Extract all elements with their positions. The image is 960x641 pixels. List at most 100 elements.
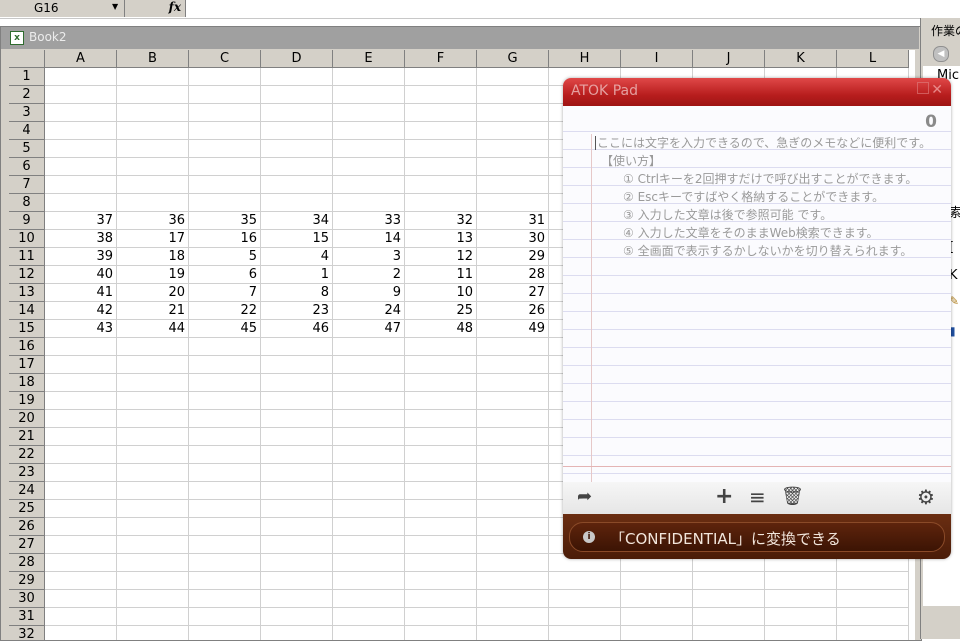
cell-f17[interactable]	[405, 356, 477, 374]
cell-f1[interactable]	[405, 68, 477, 86]
column-header-j[interactable]: J	[693, 50, 765, 68]
row-header-2[interactable]: 2	[9, 86, 45, 104]
row-header-11[interactable]: 11	[9, 248, 45, 266]
cell-d22[interactable]	[261, 446, 333, 464]
cell-c30[interactable]	[189, 590, 261, 608]
cell-a22[interactable]	[45, 446, 117, 464]
cell-f8[interactable]	[405, 194, 477, 212]
row-header-6[interactable]: 6	[9, 158, 45, 176]
cell-e18[interactable]	[333, 374, 405, 392]
cell-i31[interactable]	[621, 608, 693, 626]
cell-c17[interactable]	[189, 356, 261, 374]
cell-f27[interactable]	[405, 536, 477, 554]
cell-c11[interactable]: 5	[189, 248, 261, 266]
cell-g20[interactable]	[477, 410, 549, 428]
cell-d29[interactable]	[261, 572, 333, 590]
cell-j29[interactable]	[693, 572, 765, 590]
cell-c23[interactable]	[189, 464, 261, 482]
cell-g24[interactable]	[477, 482, 549, 500]
cell-g31[interactable]	[477, 608, 549, 626]
cell-d25[interactable]	[261, 500, 333, 518]
cell-g27[interactable]	[477, 536, 549, 554]
column-header-d[interactable]: D	[261, 50, 333, 68]
cell-c7[interactable]	[189, 176, 261, 194]
cell-a23[interactable]	[45, 464, 117, 482]
cell-f12[interactable]: 11	[405, 266, 477, 284]
cell-f23[interactable]	[405, 464, 477, 482]
cell-a2[interactable]	[45, 86, 117, 104]
cell-a8[interactable]	[45, 194, 117, 212]
cell-d4[interactable]	[261, 122, 333, 140]
cell-e10[interactable]: 14	[333, 230, 405, 248]
cell-e17[interactable]	[333, 356, 405, 374]
cell-j30[interactable]	[693, 590, 765, 608]
cell-i30[interactable]	[621, 590, 693, 608]
cell-e24[interactable]	[333, 482, 405, 500]
column-header-l[interactable]: L	[837, 50, 909, 68]
cell-d30[interactable]	[261, 590, 333, 608]
cell-e5[interactable]	[333, 140, 405, 158]
cell-e31[interactable]	[333, 608, 405, 626]
cell-k32[interactable]	[765, 626, 837, 640]
row-header-14[interactable]: 14	[9, 302, 45, 320]
cell-g32[interactable]	[477, 626, 549, 640]
cell-d20[interactable]	[261, 410, 333, 428]
cell-g2[interactable]	[477, 86, 549, 104]
cell-f10[interactable]: 13	[405, 230, 477, 248]
cell-f3[interactable]	[405, 104, 477, 122]
cell-e6[interactable]	[333, 158, 405, 176]
cell-d16[interactable]	[261, 338, 333, 356]
cell-g30[interactable]	[477, 590, 549, 608]
cell-g13[interactable]: 27	[477, 284, 549, 302]
cell-d23[interactable]	[261, 464, 333, 482]
minimize-icon[interactable]	[917, 82, 929, 94]
cell-g8[interactable]	[477, 194, 549, 212]
cell-b8[interactable]	[117, 194, 189, 212]
select-all-corner[interactable]	[9, 50, 45, 68]
cell-d13[interactable]: 8	[261, 284, 333, 302]
cell-g26[interactable]	[477, 518, 549, 536]
cell-e28[interactable]	[333, 554, 405, 572]
cell-g25[interactable]	[477, 500, 549, 518]
name-box-dropdown-button[interactable]: ▼	[108, 0, 125, 17]
cell-c10[interactable]: 16	[189, 230, 261, 248]
cell-g15[interactable]: 49	[477, 320, 549, 338]
cell-i32[interactable]	[621, 626, 693, 640]
insert-function-button[interactable]: fx	[125, 0, 186, 17]
cell-a28[interactable]	[45, 554, 117, 572]
cell-e27[interactable]	[333, 536, 405, 554]
cell-f9[interactable]: 32	[405, 212, 477, 230]
cell-l30[interactable]	[837, 590, 909, 608]
cell-g11[interactable]: 29	[477, 248, 549, 266]
cell-c21[interactable]	[189, 428, 261, 446]
cell-a9[interactable]: 37	[45, 212, 117, 230]
cell-b20[interactable]	[117, 410, 189, 428]
row-header-8[interactable]: 8	[9, 194, 45, 212]
cell-b32[interactable]	[117, 626, 189, 640]
cell-d7[interactable]	[261, 176, 333, 194]
cell-a3[interactable]	[45, 104, 117, 122]
back-arrow-icon[interactable]: ◀	[933, 46, 949, 62]
row-header-22[interactable]: 22	[9, 446, 45, 464]
row-header-7[interactable]: 7	[9, 176, 45, 194]
cell-a21[interactable]	[45, 428, 117, 446]
row-header-27[interactable]: 27	[9, 536, 45, 554]
column-header-f[interactable]: F	[405, 50, 477, 68]
cell-a32[interactable]	[45, 626, 117, 640]
row-header-4[interactable]: 4	[9, 122, 45, 140]
cell-f18[interactable]	[405, 374, 477, 392]
cell-e30[interactable]	[333, 590, 405, 608]
cell-a15[interactable]: 43	[45, 320, 117, 338]
cell-l29[interactable]	[837, 572, 909, 590]
cell-l32[interactable]	[837, 626, 909, 640]
cell-a11[interactable]: 39	[45, 248, 117, 266]
cell-f24[interactable]	[405, 482, 477, 500]
conversion-hint-bar[interactable]: i 「CONFIDENTIAL」に変換できる	[569, 522, 945, 552]
cell-k30[interactable]	[765, 590, 837, 608]
cell-a12[interactable]: 40	[45, 266, 117, 284]
cell-d8[interactable]	[261, 194, 333, 212]
cell-a24[interactable]	[45, 482, 117, 500]
cell-g10[interactable]: 30	[477, 230, 549, 248]
cell-a10[interactable]: 38	[45, 230, 117, 248]
cell-b1[interactable]	[117, 68, 189, 86]
